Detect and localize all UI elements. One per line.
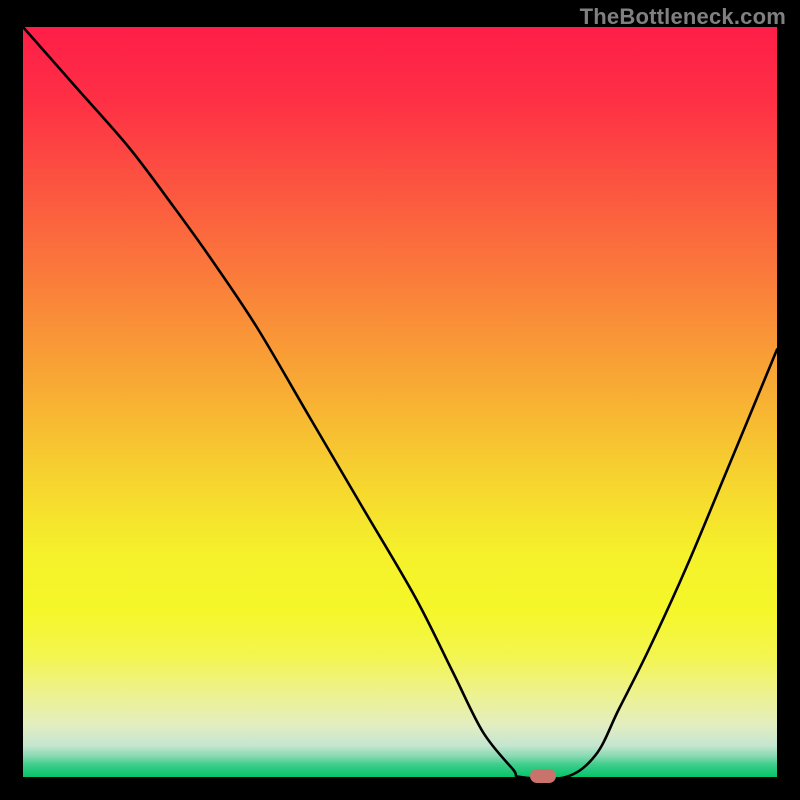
chart-frame: TheBottleneck.com <box>0 0 800 800</box>
gradient-background <box>23 27 777 777</box>
optimum-marker <box>530 769 556 783</box>
bottleneck-chart <box>23 27 777 777</box>
watermark-text: TheBottleneck.com <box>580 4 786 30</box>
